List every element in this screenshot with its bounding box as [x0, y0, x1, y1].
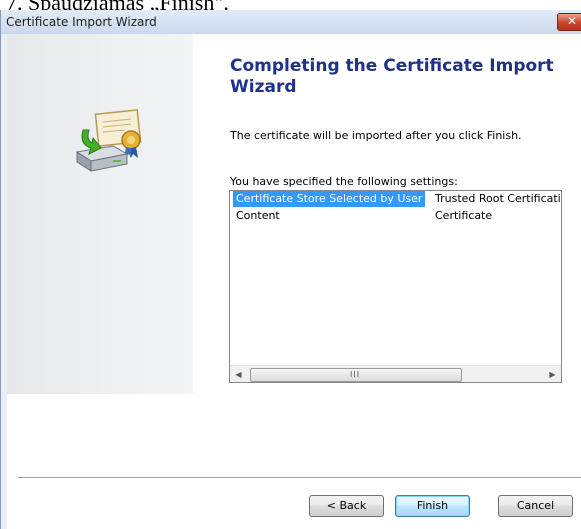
- setting-value: Trusted Root Certification Authorities: [435, 192, 561, 205]
- list-item[interactable]: Content Certificate: [230, 208, 561, 224]
- wizard-side-panel: [7, 34, 193, 394]
- window-title: Certificate Import Wizard: [6, 15, 157, 29]
- setting-name: Content: [236, 209, 280, 222]
- settings-list[interactable]: Certificate Store Selected by User Trust…: [229, 190, 562, 383]
- back-button[interactable]: < Back: [309, 495, 384, 517]
- horizontal-scrollbar[interactable]: ◀ III ▶: [230, 365, 561, 382]
- setting-value: Certificate: [435, 209, 493, 222]
- title-bar[interactable]: Certificate Import Wizard ✕: [1, 10, 581, 34]
- list-item[interactable]: Certificate Store Selected by User Trust…: [230, 191, 561, 207]
- settings-label: You have specified the following setting…: [230, 175, 458, 188]
- certificate-import-icon: [75, 109, 142, 172]
- footer-divider: [18, 477, 581, 479]
- scroll-left-icon[interactable]: ◀: [230, 366, 247, 382]
- cancel-button[interactable]: Cancel: [498, 495, 573, 517]
- scroll-thumb[interactable]: III: [250, 368, 462, 382]
- page-title: Completing the Certificate Import Wizard: [230, 56, 554, 97]
- grip-icon: III: [350, 370, 361, 379]
- wizard-window: Certificate Import Wizard ✕ Completing t…: [0, 10, 581, 529]
- wizard-body: Completing the Certificate Import Wizard…: [7, 34, 581, 529]
- setting-name: Certificate Store Selected by User: [233, 191, 426, 207]
- scroll-right-icon[interactable]: ▶: [544, 366, 561, 382]
- description-text: The certificate will be imported after y…: [230, 129, 522, 142]
- close-button[interactable]: ✕: [557, 13, 581, 31]
- finish-button[interactable]: Finish: [395, 495, 470, 517]
- close-icon: ✕: [566, 14, 578, 28]
